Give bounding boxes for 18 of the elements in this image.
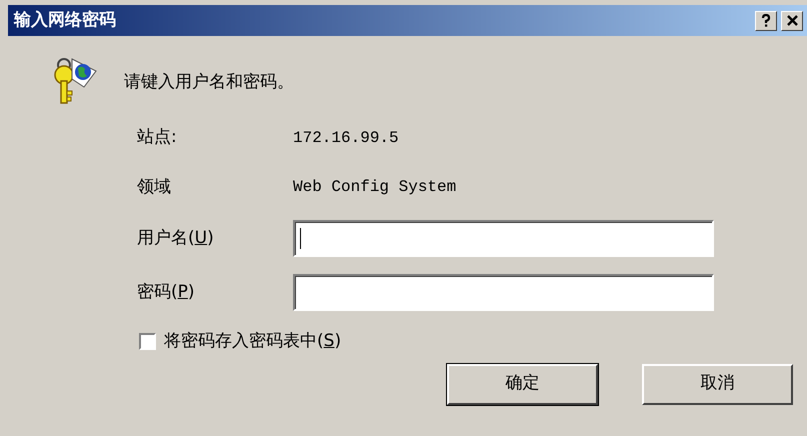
- field-label: 用户名(U): [137, 226, 215, 250]
- info-label: 领域: [137, 176, 172, 198]
- input-field[interactable]: [293, 274, 714, 311]
- info-value: Web Config System: [293, 177, 456, 198]
- input-field[interactable]: [293, 220, 714, 257]
- info-value: 172.16.99.5: [293, 128, 399, 149]
- window-title: 输入网络密码: [14, 8, 116, 32]
- close-icon: [786, 15, 798, 26]
- help-icon: [761, 14, 771, 27]
- checkbox[interactable]: [139, 333, 156, 350]
- close-button[interactable]: [781, 10, 803, 30]
- cancel-button[interactable]: 取消: [642, 364, 793, 404]
- checkbox-label: 将密码存入密码表中(S): [164, 330, 342, 353]
- info-label: 站点:: [137, 126, 178, 149]
- prompt-text: 请键入用户名和密码。: [124, 71, 294, 94]
- field-label: 密码(P): [137, 280, 196, 304]
- ok-button[interactable]: 确定: [447, 364, 598, 404]
- help-button[interactable]: [755, 10, 777, 30]
